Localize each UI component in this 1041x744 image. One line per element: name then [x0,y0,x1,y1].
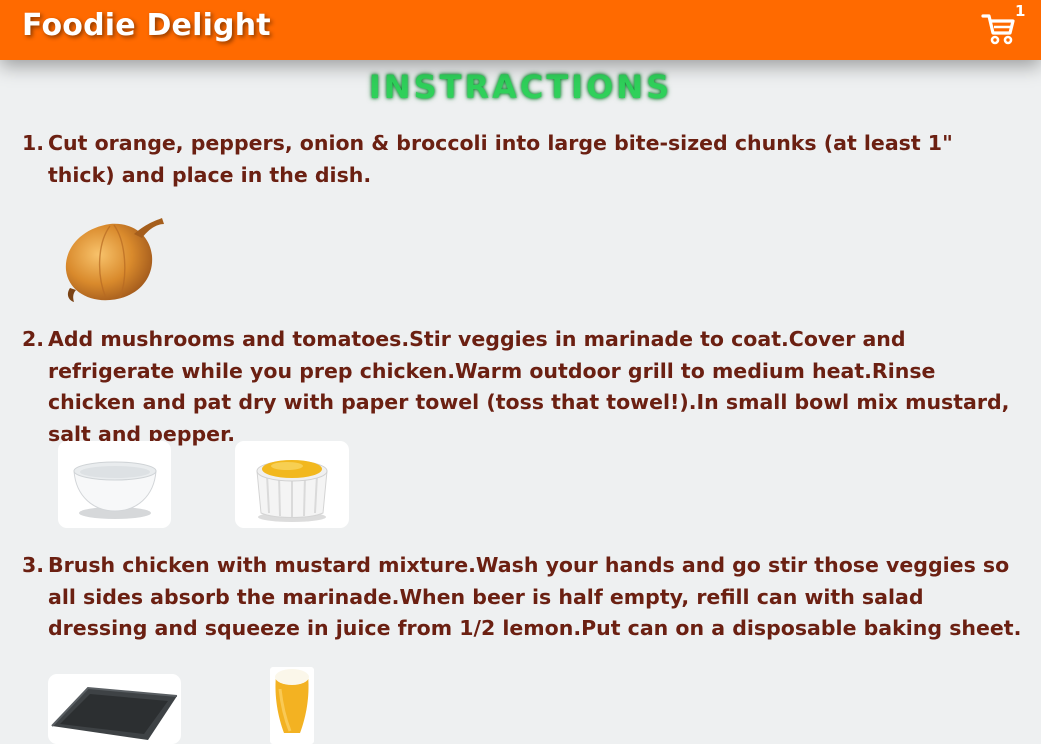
step-number: 1. [21,131,44,155]
onion-image [65,218,164,302]
brand-logo[interactable]: Foodie Delight [22,8,271,43]
page-title: INSTRACTIONS [368,68,673,106]
app-header: Foodie Delight 1 [0,0,1041,60]
beer-image [270,667,314,744]
step-text: Add mushrooms and tomatoes.Stir veggies … [48,327,1010,446]
step-number: 2. [21,327,44,351]
step-text: Brush chicken with mustard mixture.Wash … [48,553,1022,640]
bowl-image [58,441,171,528]
cart-count-badge: 1 [1015,2,1026,20]
step-number: 3. [21,553,44,577]
step-text: Cut orange, peppers, onion & broccoli in… [48,131,953,187]
mustard-image [235,441,349,528]
cart-icon[interactable] [981,11,1017,47]
baking-sheet-image [48,674,181,744]
